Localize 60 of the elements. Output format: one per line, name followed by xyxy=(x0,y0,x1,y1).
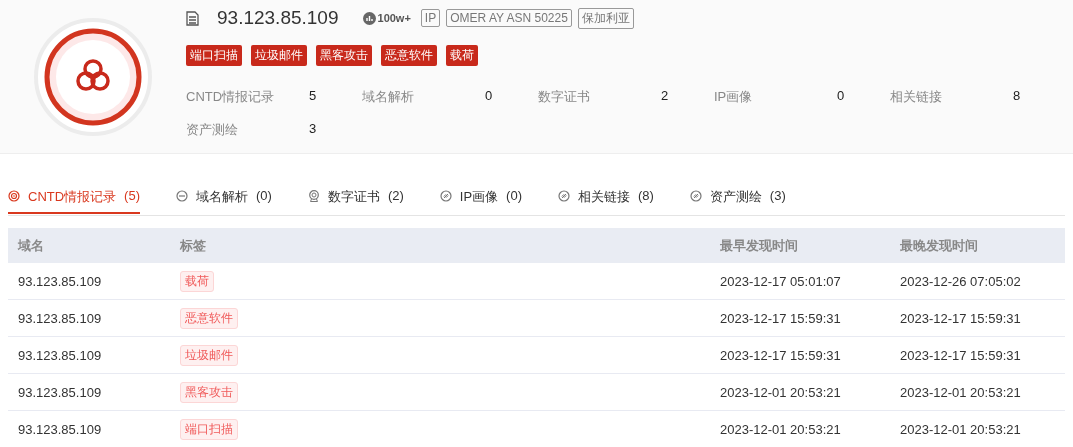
table-cell-text: 93.123.85.109 xyxy=(17,310,103,326)
tab[interactable]: 相关链接 (8) xyxy=(557,182,654,214)
tab[interactable]: IP画像 (0) xyxy=(439,182,522,214)
stat-label: 域名解析 xyxy=(362,88,415,106)
table-cell-text: 2023-12-17 15:59:31 xyxy=(719,310,842,326)
table-cell-text: 2023-12-26 07:05:02 xyxy=(899,273,1022,289)
column-header: 最早发现时间 xyxy=(719,236,799,255)
stat-value: 5 xyxy=(309,88,317,105)
table-cell-text: 2023-12-01 20:53:21 xyxy=(719,421,842,437)
column-header: 标签 xyxy=(179,236,207,255)
stat-value: 3 xyxy=(309,121,317,138)
info-badge: OMER AY ASN 50225 xyxy=(446,9,572,27)
threat-tag: 载荷 xyxy=(446,45,478,66)
info-badge: 保加利亚 xyxy=(577,7,634,29)
threat-tag: 端口扫描 xyxy=(186,45,242,66)
stat-label: 数字证书 xyxy=(538,88,591,106)
threat-tag: 垃圾邮件 xyxy=(180,344,238,366)
table-cell-text: 2023-12-01 20:53:21 xyxy=(719,384,842,400)
stat-label: 资产测绘 xyxy=(186,121,239,139)
table-cell-text: 2023-12-17 15:59:31 xyxy=(719,347,842,363)
table-cell-text: 2023-12-17 15:59:31 xyxy=(899,310,1022,326)
table-cell-text: 93.123.85.109 xyxy=(17,384,103,400)
threat-tag: 恶意软件 xyxy=(381,45,437,66)
stat-value: 0 xyxy=(485,88,493,105)
table-cell-text: 93.123.85.109 xyxy=(17,421,103,437)
column-header: 域名 xyxy=(16,236,45,255)
stat-label: IP画像 xyxy=(714,88,754,106)
column-header: 最晚发现时间 xyxy=(899,236,979,255)
threat-tag: 端口扫描 xyxy=(180,418,238,440)
stat-label: CNTD情报记录 xyxy=(186,88,276,106)
tab[interactable]: 数字证书 (2) xyxy=(307,182,404,214)
stat-label: 相关链接 xyxy=(890,88,943,106)
table-cell-text: 93.123.85.109 xyxy=(17,273,103,289)
link-icon xyxy=(439,190,452,202)
stat-value: 2 xyxy=(661,88,669,105)
threat-tag: 恶意软件 xyxy=(180,307,238,329)
table-cell-text: 2023-12-01 20:53:21 xyxy=(899,421,1022,437)
table-cell-text: 2023-12-17 15:59:31 xyxy=(899,347,1022,363)
threat-tag: 黑客攻击 xyxy=(180,381,238,403)
link-icon xyxy=(557,190,570,202)
ip-title: 93.123.85.109 xyxy=(217,7,339,29)
link-icon xyxy=(689,190,702,202)
stat-value: 0 xyxy=(837,88,845,105)
tab[interactable]: 资产测绘 (3) xyxy=(689,182,786,214)
threat-tag: 黑客攻击 xyxy=(316,45,372,66)
stat-value: 8 xyxy=(1013,88,1021,105)
table-cell-text: 93.123.85.109 xyxy=(17,347,103,363)
target-icon xyxy=(8,190,20,202)
heat-count: 100w+ xyxy=(377,12,411,24)
table-cell-text: 2023-12-17 05:01:07 xyxy=(719,273,842,289)
tab[interactable]: CNTD情报记录 (5) xyxy=(8,182,140,214)
info-badge: IP xyxy=(420,9,441,27)
minus-circle-icon xyxy=(176,190,188,202)
bar-chart-icon xyxy=(362,11,376,25)
document-icon xyxy=(186,10,199,26)
threat-tag: 载荷 xyxy=(180,270,214,292)
threat-tag: 垃圾邮件 xyxy=(251,45,307,66)
tab[interactable]: 域名解析 (0) xyxy=(176,182,272,214)
medal-icon xyxy=(307,190,320,202)
table-cell-text: 2023-12-01 20:53:21 xyxy=(899,384,1022,400)
